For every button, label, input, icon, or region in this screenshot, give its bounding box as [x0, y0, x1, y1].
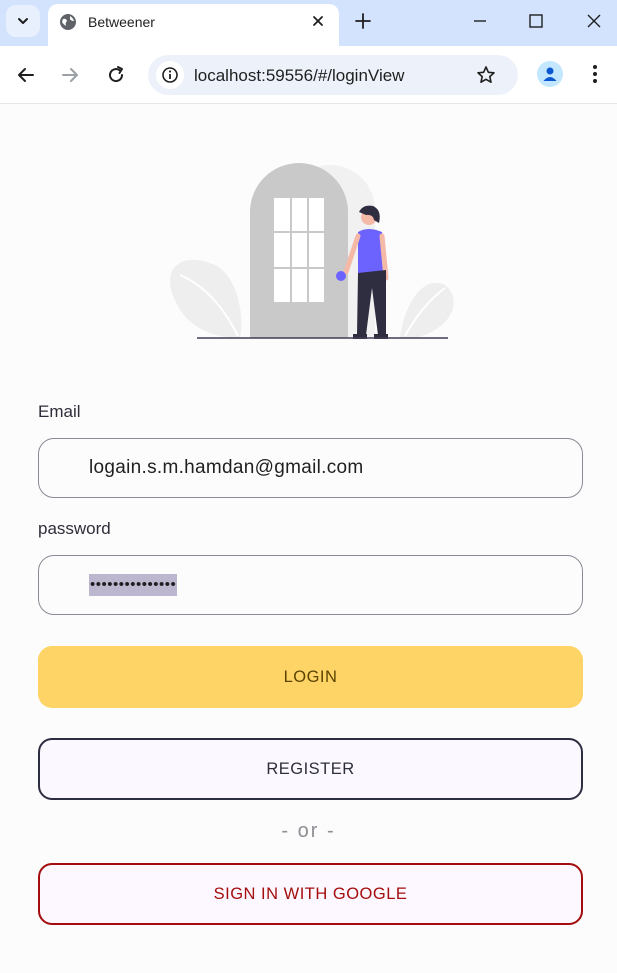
browser-tab-strip: Betweener: [0, 0, 617, 46]
forward-arrow-icon[interactable]: [59, 64, 81, 86]
info-icon: [162, 67, 178, 83]
password-label: password: [38, 519, 111, 538]
close-icon[interactable]: [309, 12, 327, 30]
or-separator: - or -: [281, 820, 336, 842]
register-button[interactable]: REGISTER: [38, 738, 583, 800]
site-info-button[interactable]: [156, 61, 184, 89]
window-close-icon[interactable]: [585, 12, 603, 30]
email-label: Email: [38, 402, 81, 421]
google-sign-in-button[interactable]: SIGN IN WITH GOOGLE: [38, 863, 583, 925]
email-field[interactable]: logain.s.m.hamdan@gmail.com: [38, 438, 583, 498]
address-bar[interactable]: localhost:59556/#/loginView: [148, 55, 518, 95]
password-value: •••••••••••••••: [89, 574, 178, 596]
reload-icon[interactable]: [105, 64, 127, 86]
maximize-icon[interactable]: [527, 12, 545, 30]
bookmark-star-icon[interactable]: [476, 65, 496, 85]
profile-avatar[interactable]: [537, 61, 563, 87]
tab-search-button[interactable]: [6, 5, 40, 37]
more-vert-icon[interactable]: [585, 63, 605, 85]
password-field[interactable]: •••••••••••••••: [38, 555, 583, 615]
tab-title: Betweener: [88, 14, 155, 30]
globe-icon: [60, 14, 76, 30]
login-illustration: [169, 163, 454, 339]
url-text[interactable]: localhost:59556/#/loginView: [194, 66, 404, 86]
email-value: logain.s.m.hamdan@gmail.com: [89, 457, 364, 478]
browser-tab[interactable]: Betweener: [48, 4, 339, 46]
minimize-icon[interactable]: [471, 12, 489, 30]
back-arrow-icon[interactable]: [15, 64, 37, 86]
new-tab-icon[interactable]: [353, 11, 373, 31]
login-button[interactable]: LOGIN: [38, 646, 583, 708]
person-icon: [543, 67, 557, 81]
browser-toolbar: localhost:59556/#/loginView: [0, 46, 617, 104]
chevron-down-icon: [18, 18, 28, 24]
